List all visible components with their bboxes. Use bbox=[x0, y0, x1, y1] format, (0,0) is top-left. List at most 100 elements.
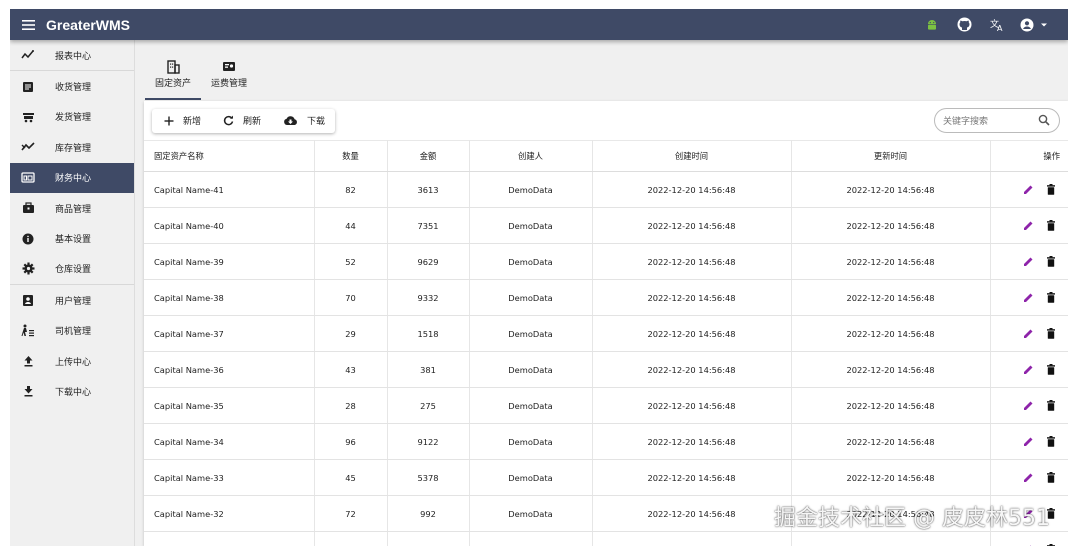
table-row: Capital Name-36 43 381 DemoData 2022-12-20 1… bbox=[144, 351, 1068, 388]
android-icon bbox=[927, 19, 936, 30]
edit-icon[interactable] bbox=[1023, 472, 1034, 483]
table-header-row: 固定资产名称 数量 金额 创建人 创建时间 更新时间 操作 bbox=[144, 140, 1068, 172]
delete-icon[interactable] bbox=[1046, 472, 1056, 483]
download-button[interactable]: 下载 bbox=[271, 109, 335, 133]
menu-button[interactable] bbox=[10, 9, 46, 40]
main-content: 固定资产 运费管理 新增 刷新 下载 关键字搜索 固定资产名称 数量 金额 创建… bbox=[135, 40, 1068, 546]
delete-icon[interactable] bbox=[1046, 328, 1056, 339]
refresh-button[interactable]: 刷新 bbox=[211, 109, 271, 133]
updated-time-cell: 2022-12-20 14:56:48 bbox=[791, 387, 991, 424]
building-icon bbox=[166, 56, 180, 74]
edit-icon[interactable] bbox=[1023, 436, 1034, 447]
sidebar-item-finance[interactable]: 财务中心 bbox=[10, 162, 134, 193]
delete-icon[interactable] bbox=[1046, 256, 1056, 267]
asset-name-cell: Capital Name-34 bbox=[144, 423, 315, 460]
delete-icon[interactable] bbox=[1046, 364, 1056, 375]
creator-cell: DemoData bbox=[469, 243, 593, 280]
sidebar-item-basic-settings[interactable]: 基本设置 bbox=[10, 223, 134, 253]
edit-icon[interactable] bbox=[1023, 184, 1034, 195]
user-badge-icon bbox=[10, 294, 46, 307]
updated-time-cell: 2022-12-20 14:56:48 bbox=[791, 207, 991, 244]
column-header-amount[interactable]: 金额 bbox=[387, 140, 470, 172]
column-header-asset-name[interactable]: 固定资产名称 bbox=[144, 140, 315, 172]
actions-cell bbox=[990, 279, 1068, 316]
fixed-assets-table: 固定资产名称 数量 金额 创建人 创建时间 更新时间 操作 Capital Na… bbox=[144, 140, 1068, 546]
actions-cell bbox=[990, 315, 1068, 352]
sidebar-item-reports[interactable]: 报表中心 bbox=[10, 40, 134, 70]
upload-icon bbox=[10, 355, 46, 367]
creator-cell: DemoData bbox=[469, 207, 593, 244]
amount-cell: 3613 bbox=[387, 171, 470, 208]
edit-icon[interactable] bbox=[1023, 364, 1034, 375]
watermark: 掘金技术社区 @ 皮皮林551 bbox=[774, 506, 1050, 531]
tab-freight[interactable]: 运费管理 bbox=[201, 40, 257, 104]
sidebar-item-inventory[interactable]: 库存管理 bbox=[10, 132, 134, 162]
table-row: Capital Name-39 52 9629 DemoData 2022-12-20 … bbox=[144, 243, 1068, 280]
table-row: Capital Name-33 45 5378 DemoData 2022-12-20 … bbox=[144, 459, 1068, 496]
amount-cell: 992 bbox=[387, 495, 470, 532]
cloud-download-icon bbox=[284, 116, 297, 125]
language-button[interactable]: 文A bbox=[981, 9, 1014, 40]
sidebar-item-download-center[interactable]: 下载中心 bbox=[10, 376, 134, 406]
edit-icon[interactable] bbox=[1023, 400, 1034, 411]
sidebar-item-upload-center[interactable]: 上传中心 bbox=[10, 346, 134, 376]
quantity-cell: 44 bbox=[314, 207, 388, 244]
driver-icon bbox=[10, 324, 46, 337]
created-time-cell: 2022-12-20 14:56:48 bbox=[592, 171, 792, 208]
github-button[interactable] bbox=[948, 9, 981, 40]
actions-cell bbox=[990, 387, 1068, 424]
tab-fixed-assets[interactable]: 固定资产 bbox=[145, 40, 201, 104]
menu-icon bbox=[21, 19, 35, 30]
asset-name-cell: Capital Name-31 bbox=[144, 531, 315, 546]
quantity-cell: 70 bbox=[314, 279, 388, 316]
sidebar-item-goods[interactable]: 商品管理 bbox=[10, 193, 134, 223]
delete-icon[interactable] bbox=[1046, 436, 1056, 447]
column-header-created-time[interactable]: 创建时间 bbox=[592, 140, 792, 172]
updated-time-cell: 2022-12-20 14:56:48 bbox=[791, 423, 991, 460]
sidebar-item-drivers[interactable]: 司机管理 bbox=[10, 316, 134, 346]
asset-name-cell: Capital Name-35 bbox=[144, 387, 315, 424]
column-header-updated-time[interactable]: 更新时间 bbox=[791, 140, 991, 172]
creator-cell: DemoData bbox=[469, 423, 593, 460]
asset-name-cell: Capital Name-36 bbox=[144, 351, 315, 388]
creator-cell: DemoData bbox=[469, 531, 593, 546]
top-app-bar: GreaterWMS 文A bbox=[10, 9, 1068, 40]
actions-cell bbox=[990, 531, 1068, 546]
asset-name-cell: Capital Name-39 bbox=[144, 243, 315, 280]
account-menu-button[interactable] bbox=[1014, 9, 1054, 40]
created-time-cell: 2022-12-20 14:56:48 bbox=[592, 279, 792, 316]
quantity-cell: 52 bbox=[314, 243, 388, 280]
delete-icon[interactable] bbox=[1046, 184, 1056, 195]
search-input[interactable]: 关键字搜索 bbox=[934, 108, 1060, 133]
delete-icon[interactable] bbox=[1046, 292, 1056, 303]
sidebar-item-warehouse-settings[interactable]: 仓库设置 bbox=[10, 254, 134, 284]
sidebar-item-receiving[interactable]: 收货管理 bbox=[10, 71, 134, 101]
sidebar-item-shipping[interactable]: 发货管理 bbox=[10, 102, 134, 132]
column-header-quantity[interactable]: 数量 bbox=[314, 140, 388, 172]
sidebar-item-users[interactable]: 用户管理 bbox=[10, 285, 134, 315]
android-button[interactable] bbox=[915, 9, 948, 40]
edit-icon[interactable] bbox=[1023, 292, 1034, 303]
edit-icon[interactable] bbox=[1023, 328, 1034, 339]
amount-cell: 9332 bbox=[387, 279, 470, 316]
column-header-creator[interactable]: 创建人 bbox=[469, 140, 593, 172]
app-title: GreaterWMS bbox=[46, 16, 131, 33]
delete-icon[interactable] bbox=[1046, 220, 1056, 231]
search-icon[interactable] bbox=[1038, 114, 1050, 126]
quantity-cell: 96 bbox=[314, 423, 388, 460]
asset-name-cell: Capital Name-41 bbox=[144, 171, 315, 208]
updated-time-cell: 2022-12-20 14:56:48 bbox=[791, 459, 991, 496]
created-time-cell: 2022-12-20 14:56:48 bbox=[592, 387, 792, 424]
asset-name-cell: Capital Name-37 bbox=[144, 315, 315, 352]
tab-label: 运费管理 bbox=[210, 78, 247, 89]
receipt-icon bbox=[10, 81, 46, 93]
add-button[interactable]: 新增 bbox=[152, 109, 211, 133]
edit-icon[interactable] bbox=[1023, 220, 1034, 231]
account-icon bbox=[1020, 18, 1034, 31]
table-row: Capital Name-40 44 7351 DemoData 2022-12-20 … bbox=[144, 207, 1068, 244]
delete-icon[interactable] bbox=[1046, 400, 1056, 411]
edit-icon[interactable] bbox=[1023, 256, 1034, 267]
created-time-cell: 2022-12-20 14:56:48 bbox=[592, 423, 792, 460]
app-window: GreaterWMS 文A 报表中心 收货管理 发货管理 库存管理 财务中心 商… bbox=[10, 9, 1068, 546]
amount-cell: 1518 bbox=[387, 315, 470, 352]
